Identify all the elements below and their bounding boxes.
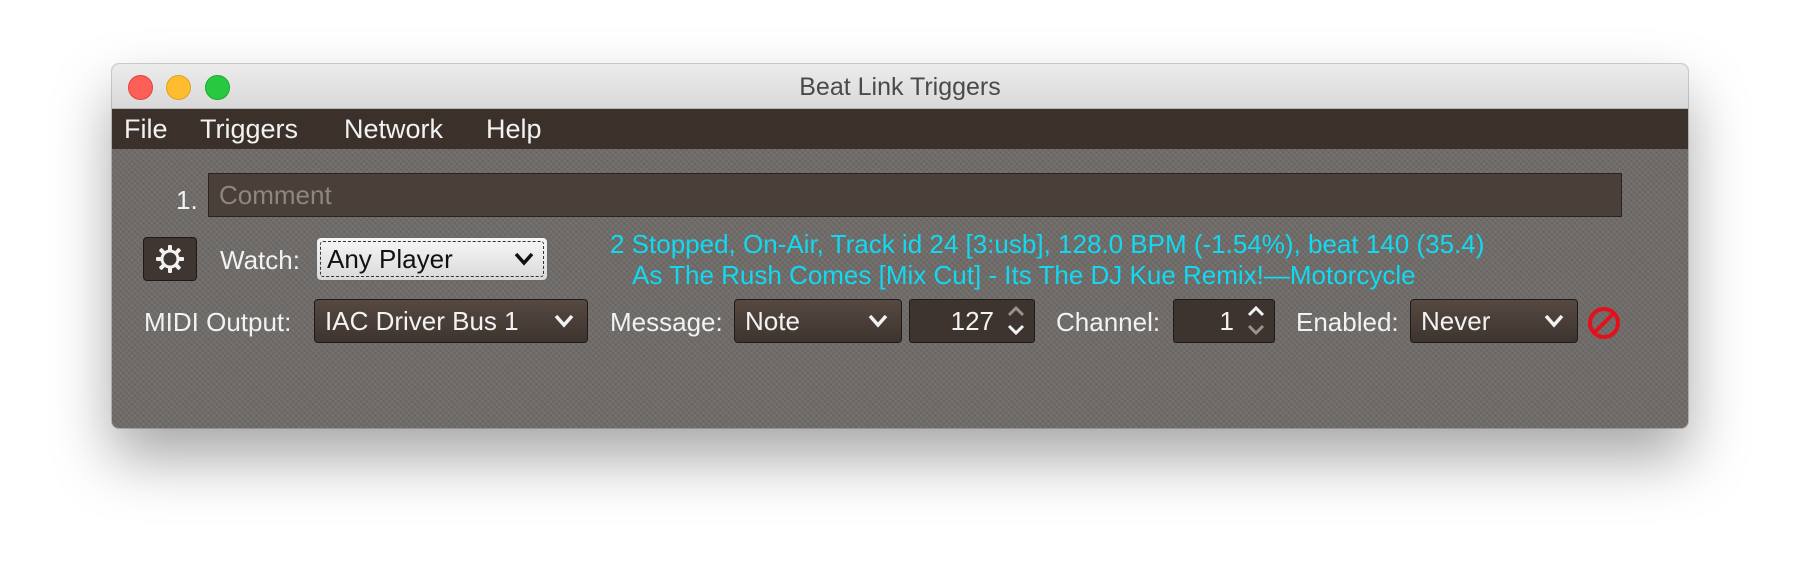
- menu-triggers[interactable]: Triggers: [200, 114, 298, 145]
- track-title-line: As The Rush Comes [Mix Cut] - Its The DJ…: [632, 260, 1416, 290]
- message-label: Message:: [610, 307, 723, 337]
- watch-select[interactable]: Any Player: [316, 237, 548, 281]
- spinner-arrows-icon[interactable]: [1244, 304, 1268, 338]
- enabled-value: Never: [1421, 306, 1491, 336]
- note-spinner[interactable]: 127: [909, 299, 1035, 343]
- note-value: 127: [950, 306, 994, 336]
- gear-icon: [156, 245, 184, 273]
- trigger-index: 1.: [176, 185, 198, 215]
- message-value: Note: [745, 306, 800, 336]
- menu-help[interactable]: Help: [486, 114, 542, 145]
- chevron-down-icon: [554, 314, 574, 328]
- chevron-down-icon: [514, 252, 534, 266]
- chevron-down-icon: [1544, 314, 1564, 328]
- message-select[interactable]: Note: [734, 299, 902, 343]
- enabled-select[interactable]: Never: [1410, 299, 1578, 343]
- menu-network[interactable]: Network: [344, 114, 443, 145]
- gear-button[interactable]: [143, 237, 197, 281]
- channel-label: Channel:: [1056, 307, 1161, 337]
- midi-output-select[interactable]: IAC Driver Bus 1: [314, 299, 588, 343]
- spinner-arrows-icon[interactable]: [1004, 304, 1028, 338]
- player-status-line: 2 Stopped, On-Air, Track id 24 [3:usb], …: [610, 229, 1485, 259]
- watch-value: Any Player: [327, 244, 453, 274]
- trigger-panel: 1. Comment Watch: Any Player 2 Stopped, …: [112, 149, 1688, 428]
- midi-output-value: IAC Driver Bus 1: [325, 306, 519, 336]
- channel-value: 1: [1219, 306, 1234, 336]
- chevron-down-icon: [868, 314, 888, 328]
- title-bar: Beat Link Triggers: [112, 64, 1688, 109]
- enabled-label: Enabled:: [1296, 307, 1399, 337]
- menu-bar: File Triggers Network Help: [112, 109, 1688, 149]
- app-window: Beat Link Triggers File Triggers Network…: [112, 64, 1688, 428]
- channel-spinner[interactable]: 1: [1173, 299, 1275, 343]
- midi-output-label: MIDI Output:: [144, 307, 292, 337]
- window-title: Beat Link Triggers: [799, 73, 1001, 101]
- comment-placeholder: Comment: [219, 180, 332, 210]
- menu-file[interactable]: File: [124, 114, 168, 145]
- comment-field[interactable]: Comment: [208, 173, 1622, 217]
- watch-label: Watch:: [220, 245, 300, 275]
- disabled-icon: [1588, 307, 1620, 339]
